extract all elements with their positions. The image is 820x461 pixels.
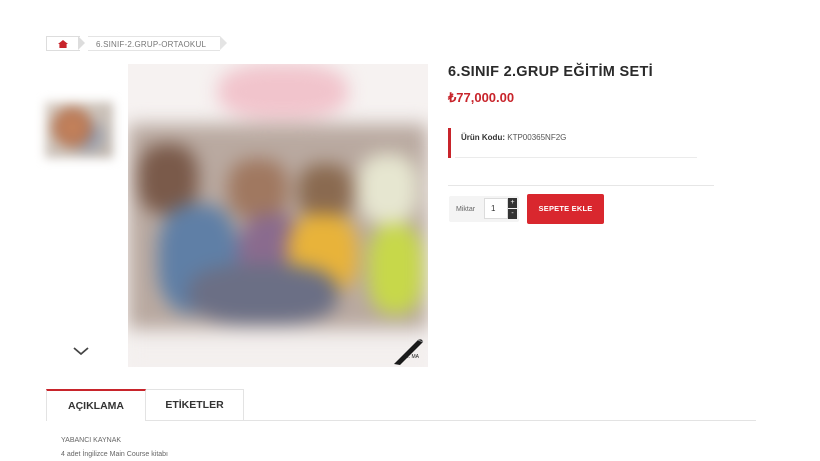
tab-description[interactable]: AÇIKLAMA bbox=[46, 389, 146, 421]
product-code: Ürün Kodu: KTP00365NF2G bbox=[461, 133, 566, 142]
home-icon bbox=[58, 40, 68, 48]
divider bbox=[455, 157, 697, 158]
description-text: YABANCI KAYNAK bbox=[61, 437, 122, 444]
breadcrumb-home[interactable] bbox=[46, 36, 80, 51]
breadcrumb-separator bbox=[78, 36, 85, 50]
product-price: ₺77,000.00 bbox=[448, 90, 515, 105]
product-main-image[interactable] bbox=[128, 64, 428, 367]
quantity-input[interactable] bbox=[484, 198, 508, 219]
product-thumbnail[interactable] bbox=[45, 102, 113, 158]
divider bbox=[448, 185, 714, 186]
image-corner-text: Sr. MA bbox=[404, 354, 420, 360]
quantity-decrease-button[interactable]: - bbox=[508, 209, 517, 219]
add-to-cart-button[interactable]: SEPETE EKLE bbox=[527, 194, 604, 224]
pen-icon bbox=[394, 339, 424, 365]
tab-tags[interactable]: ETİKETLER bbox=[146, 389, 244, 421]
product-code-accent bbox=[448, 128, 451, 158]
quantity-label: Miktar bbox=[456, 206, 476, 213]
quantity-increase-button[interactable]: + bbox=[508, 198, 517, 208]
breadcrumb-current[interactable]: 6.SINIF-2.GRUP-ORTAOKUL bbox=[88, 36, 221, 51]
product-title: 6.SINIF 2.GRUP EĞİTİM SETİ bbox=[448, 64, 653, 80]
chevron-down-icon[interactable] bbox=[70, 344, 92, 358]
breadcrumb-end-arrow bbox=[220, 36, 227, 50]
product-code-label: Ürün Kodu: bbox=[461, 133, 505, 142]
description-text: 4 adet İngilizce Main Course kitabı bbox=[61, 451, 168, 458]
product-code-value: KTP00365NF2G bbox=[507, 133, 567, 142]
